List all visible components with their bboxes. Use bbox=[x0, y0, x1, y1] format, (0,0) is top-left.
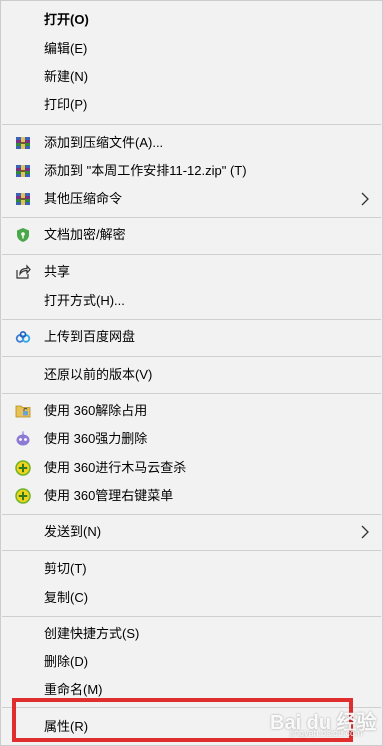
menu-item-trojan-scan-360[interactable]: 使用 360进行木马云查杀 bbox=[1, 454, 382, 482]
menu-item-label: 打开方式(H)... bbox=[44, 293, 125, 308]
menu-item-label: 编辑(E) bbox=[44, 41, 88, 56]
menu-separator bbox=[2, 124, 381, 125]
menu-item-restore-previous[interactable]: 还原以前的版本(V) bbox=[1, 361, 382, 389]
menu-item-copy[interactable]: 复制(C) bbox=[1, 584, 382, 612]
menu-separator bbox=[2, 319, 381, 320]
menu-item-label: 打开(O) bbox=[44, 12, 89, 27]
menu-item-new[interactable]: 新建(N) bbox=[1, 63, 382, 91]
menu-item-cut[interactable]: 剪切(T) bbox=[1, 555, 382, 583]
menu-item-unlock-360[interactable]: 使用 360解除占用 bbox=[1, 397, 382, 425]
menu-item-label: 添加到压缩文件(A)... bbox=[44, 135, 164, 150]
menu-separator bbox=[2, 514, 381, 515]
menu-item-label: 新建(N) bbox=[44, 69, 89, 84]
menu-item-open-with[interactable]: 打开方式(H)... bbox=[1, 287, 382, 315]
menu-item-label: 重命名(M) bbox=[44, 682, 103, 697]
shield-lock-icon bbox=[15, 227, 31, 243]
menu-separator bbox=[2, 254, 381, 255]
folder-unlock-icon bbox=[15, 403, 31, 419]
share-icon bbox=[15, 264, 31, 280]
menu-separator bbox=[2, 356, 381, 357]
menu-item-label: 使用 360解除占用 bbox=[44, 403, 148, 418]
menu-item-share[interactable]: 共享 bbox=[1, 258, 382, 286]
context-menu: 打开(O) 编辑(E) 新建(N) 打印(P) 添加到压缩文件(A)... 添加… bbox=[0, 0, 383, 746]
menu-item-label: 创建快捷方式(S) bbox=[44, 626, 140, 641]
winrar-archive-icon bbox=[15, 135, 31, 151]
menu-item-label: 发送到(N) bbox=[44, 524, 102, 539]
menu-item-label: 共享 bbox=[44, 264, 71, 279]
menu-item-label: 打印(P) bbox=[44, 97, 88, 112]
menu-item-edit[interactable]: 编辑(E) bbox=[1, 35, 382, 63]
menu-item-label: 删除(D) bbox=[44, 654, 89, 669]
watermark-url: jingyan.baidu.com bbox=[290, 728, 363, 738]
menu-item-label: 复制(C) bbox=[44, 590, 89, 605]
menu-separator bbox=[2, 616, 381, 617]
menu-item-open[interactable]: 打开(O) bbox=[1, 6, 382, 34]
menu-item-add-to-archive[interactable]: 添加到压缩文件(A)... bbox=[1, 129, 382, 157]
menu-item-label: 还原以前的版本(V) bbox=[44, 367, 153, 382]
winrar-archive-icon bbox=[15, 163, 31, 179]
menu-item-label: 使用 360强力删除 bbox=[44, 431, 148, 446]
chevron-right-icon bbox=[359, 191, 371, 207]
menu-separator bbox=[2, 217, 381, 218]
menu-item-create-shortcut[interactable]: 创建快捷方式(S) bbox=[1, 620, 382, 648]
menu-item-label: 添加到 "本周工作安排11-12.zip" (T) bbox=[44, 163, 247, 178]
menu-item-manage-menu-360[interactable]: 使用 360管理右键菜单 bbox=[1, 482, 382, 510]
chevron-right-icon bbox=[359, 524, 371, 540]
menu-item-upload-baidu[interactable]: 上传到百度网盘 bbox=[1, 323, 382, 351]
menu-item-label: 剪切(T) bbox=[44, 561, 87, 576]
baidu-netdisk-icon bbox=[15, 329, 31, 345]
menu-item-send-to[interactable]: 发送到(N) bbox=[1, 518, 382, 546]
menu-item-delete[interactable]: 删除(D) bbox=[1, 648, 382, 676]
menu-item-other-compress[interactable]: 其他压缩命令 bbox=[1, 185, 382, 213]
winrar-archive-icon bbox=[15, 191, 31, 207]
menu-item-encrypt[interactable]: 文档加密/解密 bbox=[1, 221, 382, 249]
menu-item-label: 使用 360进行木马云查杀 bbox=[44, 460, 187, 475]
menu-item-force-delete-360[interactable]: 使用 360强力删除 bbox=[1, 425, 382, 453]
menu-item-label: 使用 360管理右键菜单 bbox=[44, 488, 174, 503]
menu-item-print[interactable]: 打印(P) bbox=[1, 91, 382, 119]
menu-item-label: 文档加密/解密 bbox=[44, 227, 126, 242]
360-plus-icon bbox=[15, 460, 31, 476]
menu-separator bbox=[2, 550, 381, 551]
menu-item-label: 其他压缩命令 bbox=[44, 191, 123, 206]
360-plus-icon bbox=[15, 488, 31, 504]
menu-separator bbox=[2, 393, 381, 394]
menu-item-label: 上传到百度网盘 bbox=[44, 329, 136, 344]
menu-item-add-to-zip[interactable]: 添加到 "本周工作安排11-12.zip" (T) bbox=[1, 157, 382, 185]
purple-robot-icon bbox=[15, 431, 31, 447]
